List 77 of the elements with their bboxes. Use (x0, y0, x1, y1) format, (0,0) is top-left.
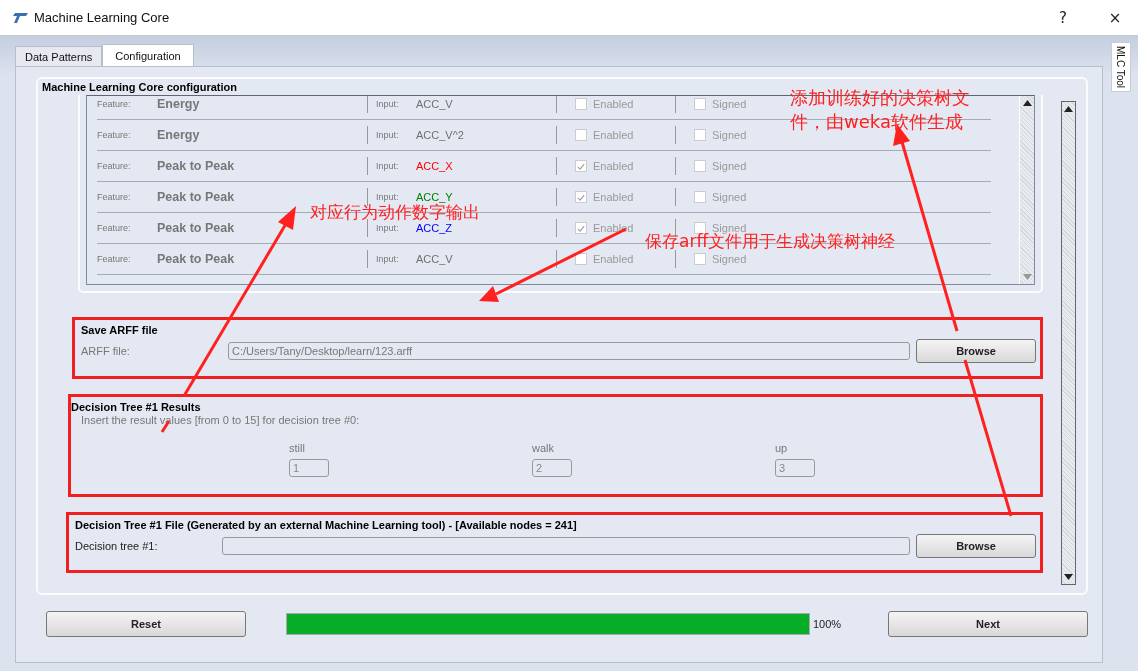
checkbox[interactable] (694, 222, 706, 234)
feature-label: Feature: (97, 99, 132, 109)
signed-label: Signed (712, 160, 748, 172)
feature-name: Peak to Peak (157, 159, 236, 173)
enabled-label: Enabled (593, 191, 635, 203)
scroll-up-icon[interactable] (1064, 106, 1073, 112)
next-button[interactable]: Next (888, 611, 1088, 637)
scroll-down-icon[interactable] (1064, 574, 1073, 580)
checkbox[interactable] (575, 160, 587, 172)
section-title: Save ARFF file (81, 324, 159, 336)
close-button[interactable]: × (1092, 2, 1138, 33)
scroll-up-icon[interactable] (1022, 100, 1032, 106)
enabled-label: Enabled (593, 129, 635, 141)
field-label: Decision tree #1: (75, 540, 159, 552)
input-name: ACC_X (416, 160, 454, 172)
enabled-label: Enabled (593, 98, 635, 110)
signed-label: Signed (712, 253, 748, 265)
input-label: Input: (376, 254, 400, 264)
tab[interactable]: Data Patterns (15, 46, 103, 66)
result-label: up (775, 442, 789, 454)
input-label: Input: (376, 161, 400, 171)
progress-percent: 100% (813, 618, 843, 630)
feature-name: Peak to Peak (157, 221, 236, 235)
side-tab[interactable]: MLC Tool (1110, 42, 1131, 92)
input-name: ACC_V (416, 98, 454, 110)
result-label: walk (532, 442, 555, 454)
feature-name: Peak to Peak (157, 252, 236, 266)
signed-label: Signed (712, 129, 748, 141)
feature-label: Feature: (97, 254, 132, 264)
hint-text: Insert the result values [from 0 to 15] for decision tree #0: (80, 414, 361, 426)
annotation-text: 保存arff文件用于生成决策树神经 (645, 232, 896, 250)
scrollbar[interactable] (1061, 101, 1076, 585)
checkbox[interactable] (694, 253, 706, 265)
feature-label: Feature: (97, 161, 132, 171)
input-label: Input: (376, 223, 400, 233)
section-title: Decision Tree #1 File (Generated by an external Machine Learning tool) - [Available nodes = 241] (75, 519, 578, 531)
input-name: ACC_Y (416, 191, 454, 203)
input-label: Input: (376, 99, 400, 109)
input-name: ACC_V (416, 253, 454, 265)
feature-label: Feature: (97, 130, 132, 140)
feature-name: Energy (157, 97, 201, 111)
annotation-text: 对应行为动作数字输出 (310, 203, 480, 221)
checkbox[interactable] (694, 160, 706, 172)
browse-button[interactable]: Browse (916, 339, 1036, 363)
input-name: ACC_Z (416, 222, 454, 234)
signed-label: Signed (712, 98, 748, 110)
tree-file-field[interactable] (222, 537, 910, 555)
checkbox[interactable] (575, 98, 587, 110)
enabled-label: Enabled (593, 160, 635, 172)
enabled-label: Enabled (593, 253, 635, 265)
checkbox[interactable] (694, 98, 706, 110)
feature-name: Peak to Peak (157, 190, 236, 204)
window-title: Machine Learning Core (34, 10, 170, 25)
result-label: still (289, 442, 306, 454)
feature-name: Energy (157, 128, 201, 142)
logo-icon (12, 12, 28, 23)
input-label: Input: (376, 192, 400, 202)
group-title: Machine Learning Core configuration (42, 81, 238, 95)
feature-label: Feature: (97, 223, 132, 233)
section-title: Decision Tree #1 Results (71, 401, 202, 413)
checkbox[interactable] (575, 191, 587, 203)
checkbox[interactable] (575, 222, 587, 234)
field-label: ARFF file: (81, 345, 131, 357)
tab[interactable]: Configuration (102, 44, 194, 66)
checkbox[interactable] (694, 191, 706, 203)
checkbox[interactable] (694, 129, 706, 141)
arff-path-field[interactable]: C:/Users/Tany/Desktop/learn/123.arff (228, 342, 910, 360)
checkbox[interactable] (575, 129, 587, 141)
feature-label: Feature: (97, 192, 132, 202)
signed-label: Signed (712, 222, 747, 234)
input-label: Input: (376, 130, 400, 140)
help-button[interactable]: ? (1040, 2, 1086, 33)
input-name: ACC_V^2 (416, 129, 465, 141)
browse-button[interactable]: Browse (916, 534, 1036, 558)
enabled-label: Enabled (593, 222, 635, 234)
reset-button[interactable]: Reset (46, 611, 246, 637)
signed-label: Signed (712, 191, 748, 203)
